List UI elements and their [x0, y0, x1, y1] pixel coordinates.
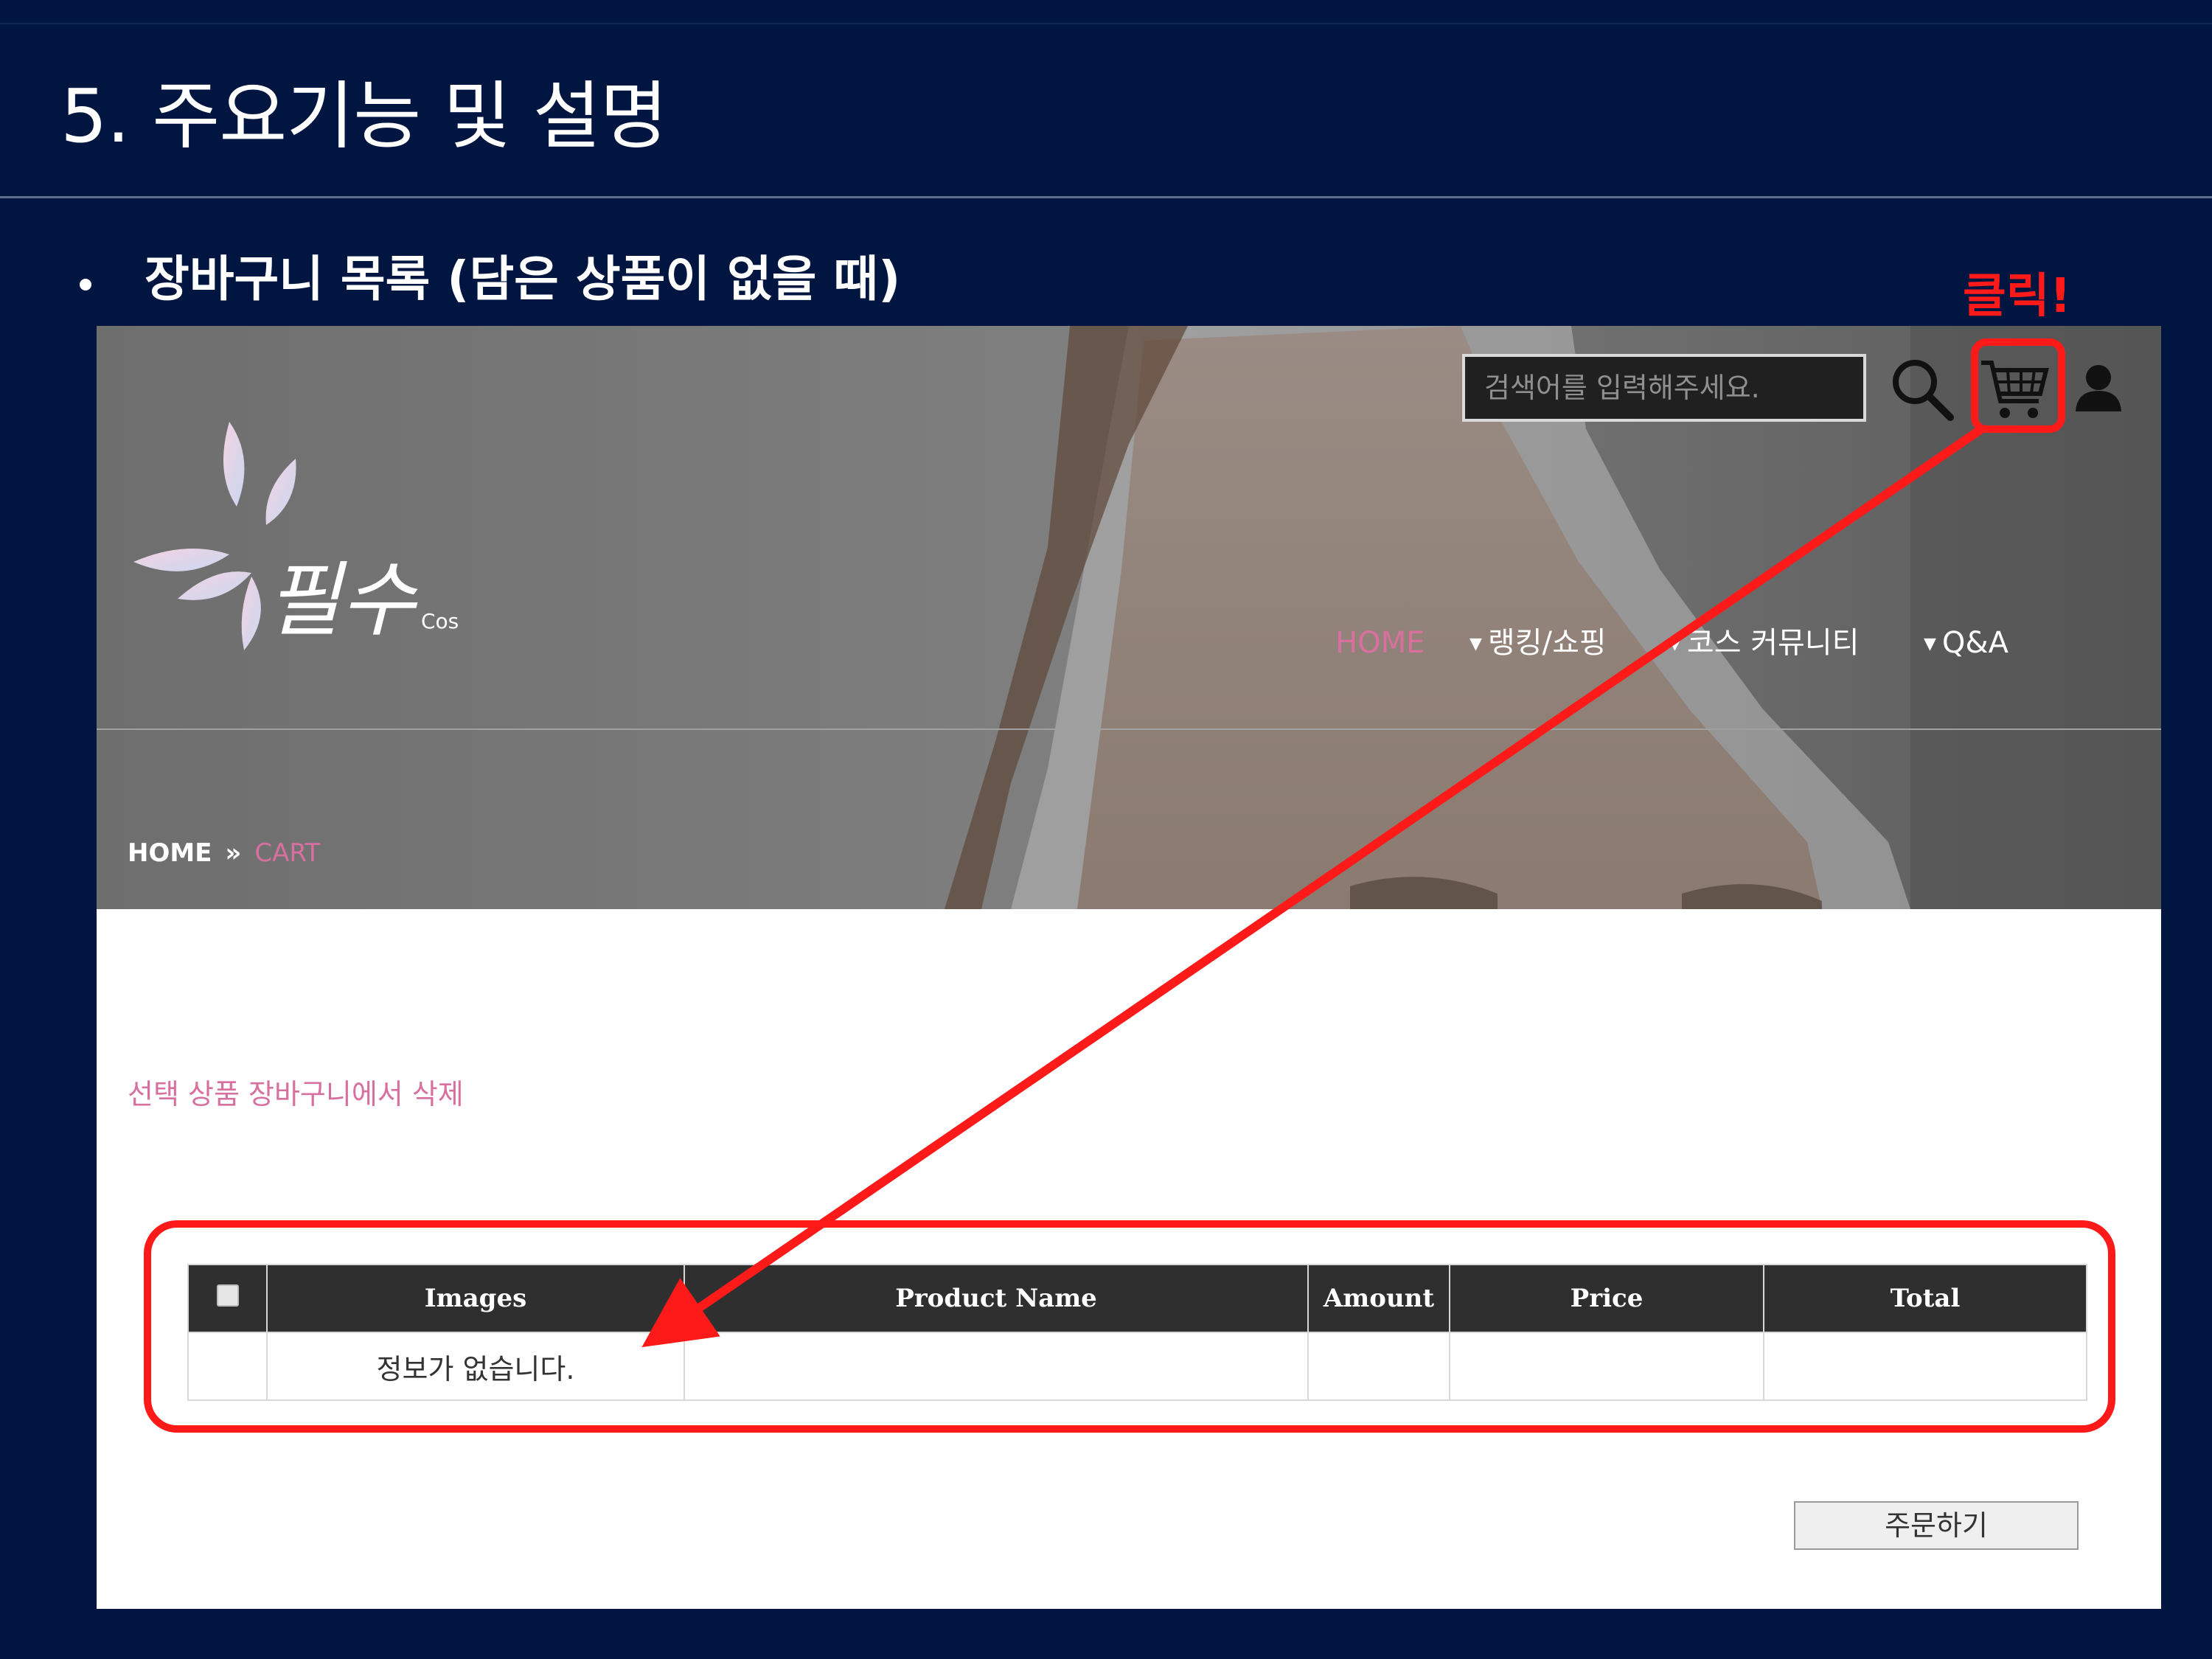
- table-cell: [684, 1332, 1309, 1401]
- user-icon[interactable]: [2073, 363, 2124, 414]
- bullet-text: 장바구니 목록 (담은 상품이 없을 때): [145, 251, 901, 307]
- table-header-row: Images Product Name Amount Price Total: [187, 1264, 2087, 1333]
- column-header-images: Images: [266, 1264, 685, 1333]
- cart-icon[interactable]: [1978, 358, 2052, 425]
- caret-down-icon: ▼: [1470, 635, 1482, 653]
- table-cell: [1449, 1332, 1764, 1401]
- search-input[interactable]: 검색어를 입력해주세요.: [1462, 354, 1866, 422]
- hero-divider: [97, 728, 2161, 730]
- column-header-price: Price: [1449, 1264, 1764, 1333]
- nav-home[interactable]: HOME: [1335, 621, 1425, 665]
- nav-course-community[interactable]: ▼ 코스 커뮤니티: [1669, 621, 1859, 667]
- select-all-header: [187, 1264, 268, 1333]
- column-header-amount: Amount: [1307, 1264, 1450, 1333]
- table-cell: [1763, 1332, 2087, 1401]
- table-cell: [187, 1332, 268, 1401]
- click-annotation: 클릭!: [1963, 269, 2071, 324]
- search-icon[interactable]: [1888, 355, 1956, 423]
- cart-table: Images Product Name Amount Price Total 정…: [187, 1264, 2087, 1401]
- main-navigation: HOME ▼ 랭킹/쇼핑 ▼ 코스 커뮤니티 ▼ Q&A: [97, 621, 2161, 665]
- hero-banner: 필수 Cos 검색어를 입력해주세요. HOME ▼ 랭킹/쇼핑 ▼ 코스 커뮤니티: [97, 326, 2161, 909]
- top-rule: [0, 23, 2212, 24]
- delete-selected-link[interactable]: 선택 상품 장바구니에서 삭제: [128, 1072, 464, 1116]
- empty-message: 정보가 없습니다.: [266, 1332, 685, 1401]
- slide-title: 5. 주요기능 및 설명: [60, 73, 668, 159]
- table-cell: [1307, 1332, 1450, 1401]
- nav-qa[interactable]: ▼ Q&A: [1924, 621, 2008, 667]
- nav-ranking-shopping[interactable]: ▼ 랭킹/쇼핑: [1470, 621, 1607, 667]
- title-divider: [0, 196, 2212, 198]
- caret-down-icon: ▼: [1669, 635, 1681, 653]
- website-screenshot: 필수 Cos 검색어를 입력해주세요. HOME ▼ 랭킹/쇼핑 ▼ 코스 커뮤니티: [97, 326, 2161, 1609]
- breadcrumb-separator: »: [225, 838, 242, 868]
- nav-qa-label: Q&A: [1941, 626, 2008, 660]
- table-row: 정보가 없습니다.: [187, 1332, 2087, 1401]
- bullet-icon: [80, 279, 91, 291]
- nav-ranking-label: 랭킹/쇼핑: [1487, 626, 1607, 660]
- breadcrumb-current: CART: [254, 838, 321, 868]
- order-button[interactable]: 주문하기: [1794, 1501, 2079, 1550]
- select-all-checkbox[interactable]: [216, 1284, 239, 1307]
- breadcrumb-home[interactable]: HOME: [128, 838, 212, 868]
- column-header-total: Total: [1763, 1264, 2087, 1333]
- breadcrumb: HOME » CART: [128, 835, 320, 872]
- caret-down-icon: ▼: [1924, 635, 1936, 653]
- column-header-product-name: Product Name: [684, 1264, 1309, 1333]
- nav-course-label: 코스 커뮤니티: [1686, 626, 1860, 660]
